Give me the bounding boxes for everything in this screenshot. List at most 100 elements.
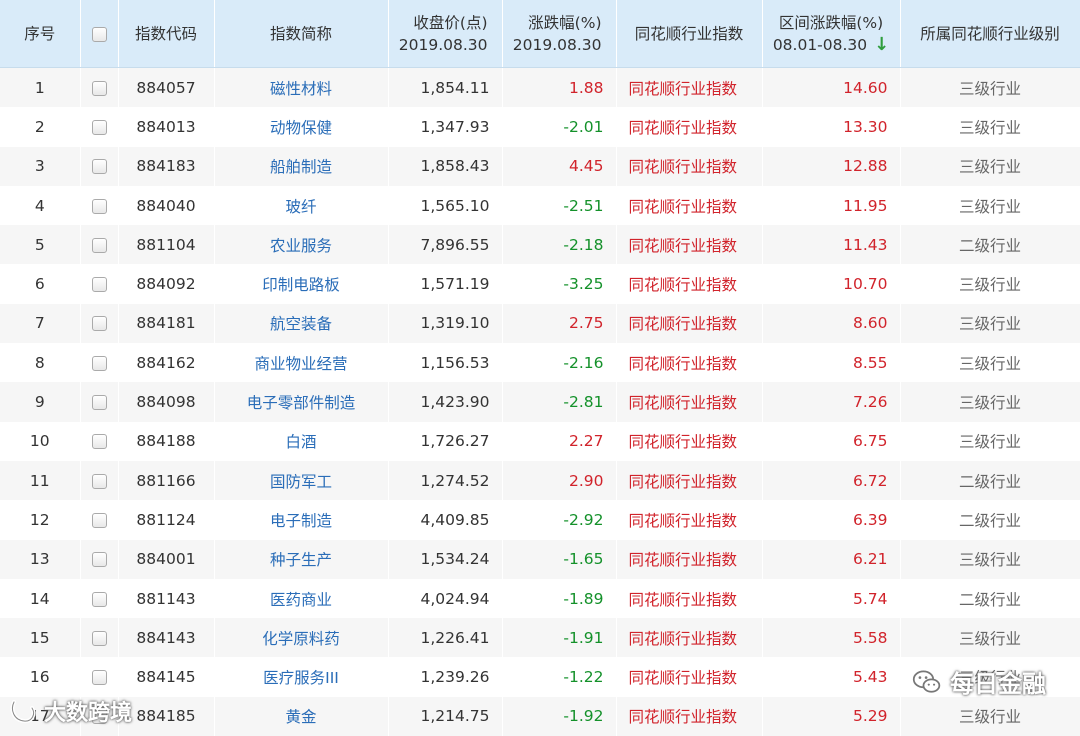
- checkbox-icon[interactable]: [92, 159, 107, 174]
- cell-industry-link[interactable]: 同花顺行业指数: [616, 304, 762, 343]
- cell-checkbox[interactable]: [80, 264, 118, 303]
- cell-index-name-link[interactable]: 白酒: [214, 422, 388, 461]
- checkbox-icon[interactable]: [92, 277, 107, 292]
- cell-index-name-link[interactable]: 黄金: [214, 697, 388, 736]
- sort-desc-icon[interactable]: ↓: [874, 34, 889, 55]
- cell-checkbox[interactable]: [80, 68, 118, 108]
- table-row[interactable]: 14881143医药商业4,024.94-1.89同花顺行业指数5.74二级行业: [0, 579, 1080, 618]
- table-row[interactable]: 16884145医疗服务III1,239.26-1.22同花顺行业指数5.43三…: [0, 657, 1080, 696]
- cell-code: 884185: [118, 697, 214, 736]
- header-range-change[interactable]: 区间涨跌幅(%) 08.01-08.30 ↓: [762, 0, 900, 68]
- cell-industry-link[interactable]: 同花顺行业指数: [616, 579, 762, 618]
- table-row[interactable]: 3884183船舶制造1,858.434.45同花顺行业指数12.88三级行业: [0, 147, 1080, 186]
- table-row[interactable]: 11881166国防军工1,274.522.90同花顺行业指数6.72二级行业: [0, 461, 1080, 500]
- cell-checkbox[interactable]: [80, 382, 118, 421]
- checkbox-icon[interactable]: [92, 434, 107, 449]
- cell-index-name-link[interactable]: 国防军工: [214, 461, 388, 500]
- table-row[interactable]: 8884162商业物业经营1,156.53-2.16同花顺行业指数8.55三级行…: [0, 343, 1080, 382]
- table-row[interactable]: 5881104农业服务7,896.55-2.18同花顺行业指数11.43二级行业: [0, 225, 1080, 264]
- header-industry[interactable]: 同花顺行业指数: [616, 0, 762, 68]
- cell-industry-link[interactable]: 同花顺行业指数: [616, 657, 762, 696]
- cell-close: 1,226.41: [388, 618, 502, 657]
- cell-index-name-link[interactable]: 磁性材料: [214, 68, 388, 108]
- cell-index-name-link[interactable]: 农业服务: [214, 225, 388, 264]
- table-row[interactable]: 10884188白酒1,726.272.27同花顺行业指数6.75三级行业: [0, 422, 1080, 461]
- checkbox-icon[interactable]: [92, 709, 107, 724]
- cell-industry-link[interactable]: 同花顺行业指数: [616, 225, 762, 264]
- checkbox-icon[interactable]: [92, 316, 107, 331]
- table-row[interactable]: 4884040玻纤1,565.10-2.51同花顺行业指数11.95三级行业: [0, 186, 1080, 225]
- cell-code: 884098: [118, 382, 214, 421]
- cell-index-name-link[interactable]: 电子零部件制造: [214, 382, 388, 421]
- cell-industry-link[interactable]: 同花顺行业指数: [616, 697, 762, 736]
- table-row[interactable]: 6884092印制电路板1,571.19-3.25同花顺行业指数10.70三级行…: [0, 264, 1080, 303]
- checkbox-icon[interactable]: [92, 592, 107, 607]
- cell-industry-link[interactable]: 同花顺行业指数: [616, 107, 762, 146]
- cell-checkbox[interactable]: [80, 343, 118, 382]
- cell-index-name-link[interactable]: 印制电路板: [214, 264, 388, 303]
- cell-index-name-link[interactable]: 电子制造: [214, 500, 388, 539]
- cell-checkbox[interactable]: [80, 304, 118, 343]
- checkbox-icon[interactable]: [92, 513, 107, 528]
- cell-industry-link[interactable]: 同花顺行业指数: [616, 147, 762, 186]
- cell-index-name-link[interactable]: 医药商业: [214, 579, 388, 618]
- cell-checkbox[interactable]: [80, 186, 118, 225]
- cell-industry-link[interactable]: 同花顺行业指数: [616, 343, 762, 382]
- table-row[interactable]: 9884098电子零部件制造1,423.90-2.81同花顺行业指数7.26三级…: [0, 382, 1080, 421]
- cell-index-name-link[interactable]: 化学原料药: [214, 618, 388, 657]
- cell-checkbox[interactable]: [80, 107, 118, 146]
- checkbox-icon[interactable]: [92, 27, 107, 42]
- checkbox-icon[interactable]: [92, 670, 107, 685]
- cell-checkbox[interactable]: [80, 540, 118, 579]
- cell-checkbox[interactable]: [80, 697, 118, 736]
- cell-index-name-link[interactable]: 玻纤: [214, 186, 388, 225]
- checkbox-icon[interactable]: [92, 81, 107, 96]
- cell-industry-link[interactable]: 同花顺行业指数: [616, 618, 762, 657]
- header-seq[interactable]: 序号: [0, 0, 80, 68]
- cell-industry-link[interactable]: 同花顺行业指数: [616, 422, 762, 461]
- checkbox-icon[interactable]: [92, 238, 107, 253]
- cell-checkbox[interactable]: [80, 147, 118, 186]
- cell-industry-link[interactable]: 同花顺行业指数: [616, 540, 762, 579]
- header-level[interactable]: 所属同花顺行业级别: [900, 0, 1080, 68]
- table-row[interactable]: 15884143化学原料药1,226.41-1.91同花顺行业指数5.58三级行…: [0, 618, 1080, 657]
- checkbox-icon[interactable]: [92, 120, 107, 135]
- cell-industry-link[interactable]: 同花顺行业指数: [616, 461, 762, 500]
- cell-checkbox[interactable]: [80, 657, 118, 696]
- cell-industry-link[interactable]: 同花顺行业指数: [616, 264, 762, 303]
- table-row[interactable]: 7884181航空装备1,319.102.75同花顺行业指数8.60三级行业: [0, 304, 1080, 343]
- table-row[interactable]: 12881124电子制造4,409.85-2.92同花顺行业指数6.39二级行业: [0, 500, 1080, 539]
- cell-index-name-link[interactable]: 动物保健: [214, 107, 388, 146]
- cell-index-name-link[interactable]: 商业物业经营: [214, 343, 388, 382]
- header-code[interactable]: 指数代码: [118, 0, 214, 68]
- cell-checkbox[interactable]: [80, 500, 118, 539]
- header-name[interactable]: 指数简称: [214, 0, 388, 68]
- cell-industry-link[interactable]: 同花顺行业指数: [616, 500, 762, 539]
- cell-industry-link[interactable]: 同花顺行业指数: [616, 186, 762, 225]
- header-close[interactable]: 收盘价(点) 2019.08.30: [388, 0, 502, 68]
- table-row[interactable]: 17884185黄金1,214.75-1.92同花顺行业指数5.29三级行业: [0, 697, 1080, 736]
- cell-checkbox[interactable]: [80, 225, 118, 264]
- cell-industry-link[interactable]: 同花顺行业指数: [616, 382, 762, 421]
- cell-checkbox[interactable]: [80, 461, 118, 500]
- cell-checkbox[interactable]: [80, 618, 118, 657]
- table-row[interactable]: 13884001种子生产1,534.24-1.65同花顺行业指数6.21三级行业: [0, 540, 1080, 579]
- cell-checkbox[interactable]: [80, 422, 118, 461]
- checkbox-icon[interactable]: [92, 474, 107, 489]
- cell-code: 884162: [118, 343, 214, 382]
- table-row[interactable]: 2884013动物保健1,347.93-2.01同花顺行业指数13.30三级行业: [0, 107, 1080, 146]
- table-row[interactable]: 1884057磁性材料1,854.111.88同花顺行业指数14.60三级行业: [0, 68, 1080, 108]
- header-select-all[interactable]: [80, 0, 118, 68]
- header-change[interactable]: 涨跌幅(%) 2019.08.30: [502, 0, 616, 68]
- cell-checkbox[interactable]: [80, 579, 118, 618]
- checkbox-icon[interactable]: [92, 552, 107, 567]
- checkbox-icon[interactable]: [92, 631, 107, 646]
- cell-industry-link[interactable]: 同花顺行业指数: [616, 68, 762, 108]
- checkbox-icon[interactable]: [92, 199, 107, 214]
- cell-index-name-link[interactable]: 种子生产: [214, 540, 388, 579]
- checkbox-icon[interactable]: [92, 395, 107, 410]
- cell-index-name-link[interactable]: 医疗服务III: [214, 657, 388, 696]
- cell-index-name-link[interactable]: 船舶制造: [214, 147, 388, 186]
- checkbox-icon[interactable]: [92, 356, 107, 371]
- cell-index-name-link[interactable]: 航空装备: [214, 304, 388, 343]
